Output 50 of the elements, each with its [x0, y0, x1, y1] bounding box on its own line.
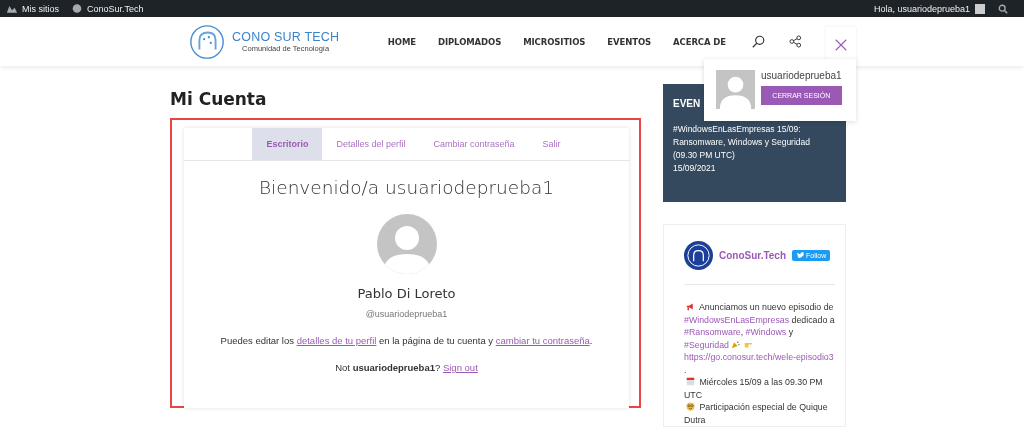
tweet-text: Anunciamos un nuevo episodio de #WindowsEnLasEmpresas dedicado a #Ransomware, #Windows y #Seguridad https://go.conosur.tech/wele-episodio3	[684, 301, 835, 364]
signout-text: Not usuariodeprueba1? Sign out	[335, 362, 478, 373]
username-text: usuariodeprueba1	[761, 70, 842, 81]
account-name[interactable]: ConoSur.Tech	[719, 250, 787, 261]
greeting-link[interactable]: Hola, usuariodeprueba1	[873, 3, 970, 14]
event-text[interactable]: #WindowsEnLasEmpresas 15/09: Ransomware, Windows y Seguridad (09.30 PM UTC)	[673, 123, 836, 162]
event-text[interactable]: 15/09/2021	[673, 162, 836, 175]
avatar-icon	[975, 3, 985, 14]
text-link[interactable]: detalles de tu perfil	[296, 335, 377, 346]
account-tab[interactable]: Cambiar contraseña	[419, 128, 529, 160]
tweet-link[interactable]: #Windows	[745, 327, 787, 337]
widget-title: EVEN	[673, 98, 702, 109]
page-title: Mi Cuenta	[170, 89, 268, 109]
tweet-link[interactable]: #Seguridad	[684, 339, 729, 350]
nav-link[interactable]: DIPLOMADOS	[437, 36, 502, 47]
my-sites-link[interactable]: Mis sitios	[6, 3, 59, 14]
tweet-text: Miércoles 15/09 a las 09.30 PM UTC	[684, 376, 824, 401]
nav-link[interactable]: EVENTOS	[607, 36, 652, 47]
text-link[interactable]: cambiar tu contraseña	[495, 335, 590, 346]
welcome-heading: Bienvenido/a usuariodeprueba1	[259, 177, 554, 198]
smiley-icon	[686, 402, 695, 411]
account-tab[interactable]: Escritorio	[252, 128, 323, 160]
bird-icon	[796, 252, 805, 259]
calendar-icon	[686, 377, 695, 386]
share-icon[interactable]	[789, 35, 802, 48]
close-icon	[834, 37, 848, 52]
tweet-text: Participación especial de Quique Dutra	[684, 401, 829, 426]
nav-link[interactable]: HOME	[387, 36, 416, 47]
profile-handle: @usuariodeprueba1	[365, 309, 448, 319]
tweet-link[interactable]: #Ransomware	[684, 327, 741, 337]
search-icon[interactable]	[752, 35, 765, 48]
nav-link[interactable]: MICROSITIOS	[523, 36, 586, 47]
sites-icon	[6, 3, 18, 14]
tweet-text: .	[684, 363, 688, 376]
search-icon[interactable]	[998, 3, 1008, 14]
tweet-link[interactable]: https://go.conosur.tech/wele-episodio3	[684, 352, 834, 362]
dashboard-icon	[71, 3, 83, 14]
sign-out-link[interactable]: Sign out	[442, 362, 478, 373]
logo-icon[interactable]	[684, 241, 713, 270]
profile-name: Pablo Di Loreto	[357, 286, 456, 301]
logo-title[interactable]: CONO SUR TECH	[232, 30, 340, 44]
site-link[interactable]: ConoSur.Tech	[71, 3, 144, 14]
account-info-text: Puedes editar los detalles de tu perfil en la página de tu cuenta y cambiar tu contraseña.	[220, 335, 593, 346]
avatar-placeholder	[716, 70, 755, 109]
account-tab[interactable]: Detalles del perfil	[322, 128, 420, 160]
party-popper-icon	[731, 339, 740, 349]
megaphone-icon	[686, 302, 695, 311]
account-tab[interactable]: Salir	[528, 128, 575, 160]
tweet-link[interactable]: #WindowsEnLasEmpresas	[684, 314, 790, 325]
nav-link[interactable]: ACERCA DE	[673, 36, 726, 47]
